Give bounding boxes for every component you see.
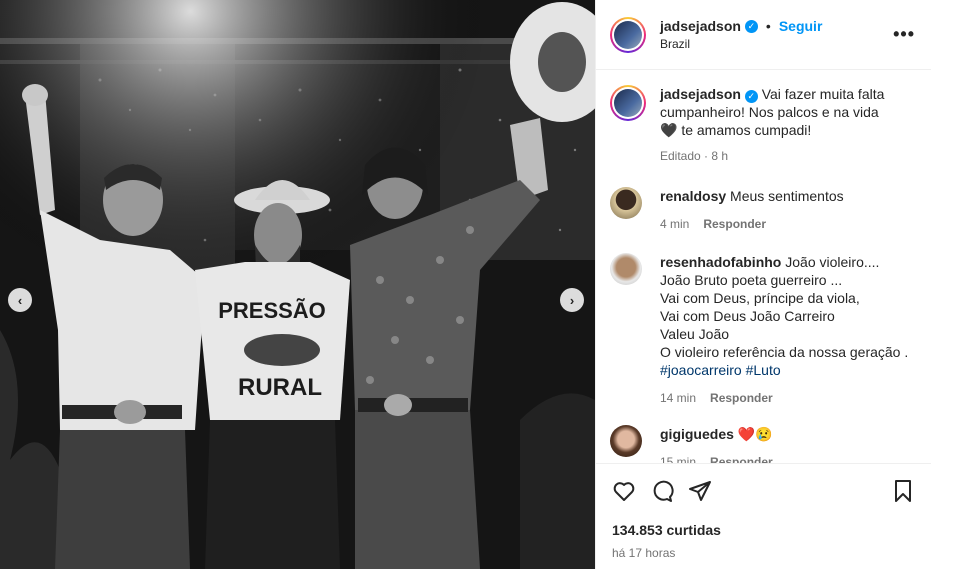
caption-text-line1: Vai fazer muita falta <box>761 86 885 102</box>
caption-avatar[interactable] <box>610 85 646 121</box>
post-location[interactable]: Brazil <box>660 37 822 51</box>
comment-text: Meus sentimentos <box>730 188 844 204</box>
comment-hashtags[interactable]: #joaocarreiro #Luto <box>660 361 908 379</box>
post-header: jadsejadson ✓ • Seguir Brazil ••• <box>596 0 931 70</box>
like-heart-icon[interactable] <box>612 479 636 503</box>
comment-bubble-icon[interactable] <box>650 479 674 503</box>
commenter-username[interactable]: resenhadofabinho <box>660 254 781 270</box>
caption-username[interactable]: jadsejadson <box>660 86 741 102</box>
follow-button[interactable]: Seguir <box>779 18 823 34</box>
comment-time: 4 min <box>660 217 690 231</box>
caption: jadsejadson ✓ Vai fazer muita falta cump… <box>596 85 931 165</box>
commenter-avatar[interactable] <box>610 187 642 219</box>
comment-text-line: Valeu João <box>660 326 730 342</box>
comment-time: 15 min <box>660 455 697 463</box>
comment-text-line: O violeiro referência da nossa geração . <box>660 344 909 360</box>
reply-button[interactable]: Responder <box>710 389 773 407</box>
comment-text-line: Vai com Deus João Carreiro <box>660 308 835 324</box>
shirt-text-bottom: RURAL <box>238 374 322 401</box>
author-username[interactable]: jadsejadson <box>660 18 741 34</box>
comment-item: gigiguedes ❤️😢 15 min Responder <box>596 425 931 463</box>
verified-badge-icon: ✓ <box>744 89 758 103</box>
caption-meta: Editado · 8 h <box>660 149 729 163</box>
comments-list[interactable]: jadsejadson ✓ Vai fazer muita falta cump… <box>596 71 931 463</box>
previous-photo-button[interactable]: ‹ <box>8 288 32 312</box>
comment-text-line: João Bruto poeta guerreiro ... <box>660 272 843 288</box>
comment-text: ❤️😢 <box>737 426 773 442</box>
verified-badge-icon: ✓ <box>744 19 758 33</box>
comment-item: renaldosy Meus sentimentos 4 min Responde… <box>596 187 931 233</box>
comment-time: 14 min <box>660 391 697 405</box>
more-options-icon[interactable]: ••• <box>893 24 915 45</box>
next-photo-button[interactable]: › <box>560 288 584 312</box>
post-details-panel: jadsejadson ✓ • Seguir Brazil ••• jadsej… <box>595 0 931 569</box>
caption-text-line3: te amamos cumpadi! <box>677 122 812 138</box>
commenter-username[interactable]: gigiguedes <box>660 426 734 442</box>
share-paper-plane-icon[interactable] <box>688 479 712 503</box>
comment-text-line: João violeiro.... <box>785 254 880 270</box>
comment-item: resenhadofabinho João violeiro.... João … <box>596 253 931 407</box>
comment-text-line: Vai com Deus, príncipe da viola, <box>660 290 860 306</box>
commenter-avatar[interactable] <box>610 253 642 285</box>
caption-text-line2: cumpanheiro! Nos palcos e na vida <box>660 104 879 120</box>
photo-illustration: PRESSÃO RURAL <box>0 0 595 569</box>
black-heart-icon: 🖤 <box>660 122 678 138</box>
reply-button[interactable]: Responder <box>710 453 773 463</box>
post-timestamp: há 17 horas <box>612 546 676 560</box>
separator-dot: • <box>765 18 771 34</box>
commenter-avatar[interactable] <box>610 425 642 457</box>
commenter-username[interactable]: renaldosy <box>660 188 726 204</box>
shirt-text-top: PRESSÃO <box>218 298 326 323</box>
save-bookmark-icon[interactable] <box>891 479 915 503</box>
page-gutter <box>931 0 965 569</box>
author-avatar[interactable] <box>610 16 646 53</box>
reply-button[interactable]: Responder <box>703 215 766 233</box>
post-actions: 134.853 curtidas há 17 horas <box>596 463 931 560</box>
likes-count[interactable]: 134.853 curtidas <box>612 522 915 538</box>
post-photo: PRESSÃO RURAL ‹ › <box>0 0 595 569</box>
